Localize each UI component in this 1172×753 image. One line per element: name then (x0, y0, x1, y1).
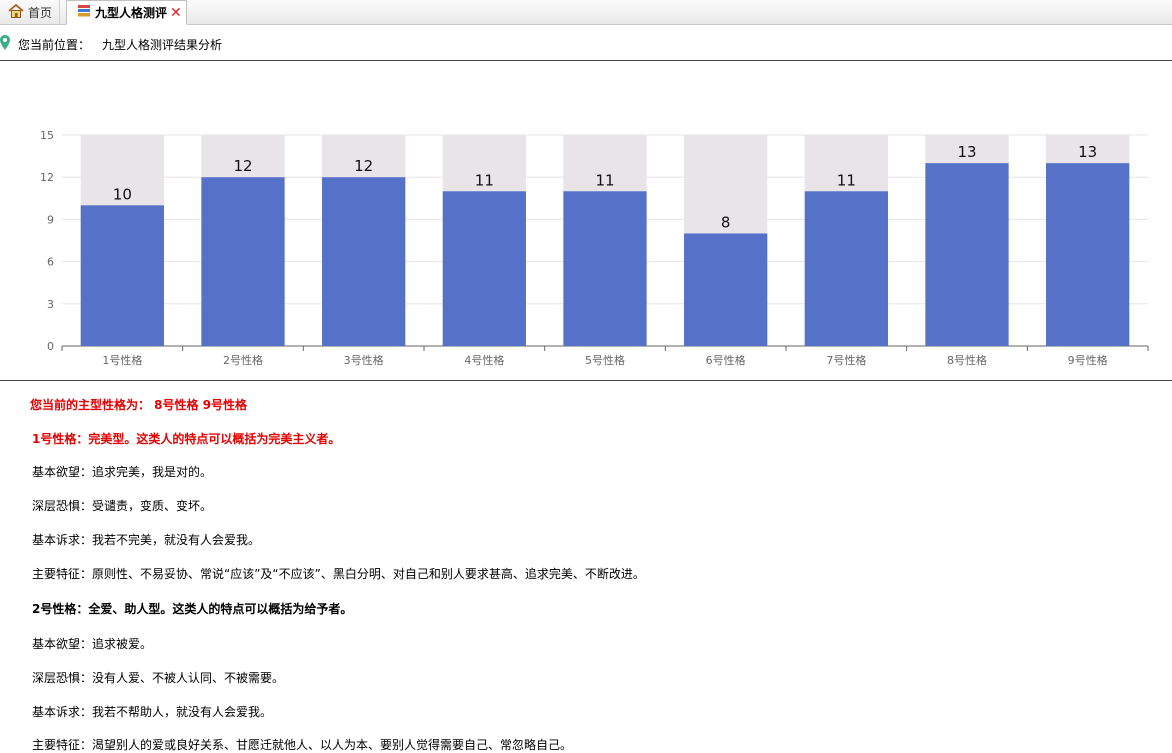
x-tick-label: 3号性格 (344, 353, 384, 367)
x-tick-label: 4号性格 (464, 353, 504, 367)
y-tick-label: 0 (47, 340, 54, 353)
y-tick-label: 15 (40, 129, 54, 142)
bar (80, 205, 164, 346)
tab-bar: 首页 九型人格测评 ✕ (0, 0, 1172, 25)
y-tick-label: 9 (47, 213, 54, 226)
type1-title: 1号性格：完美型。这类人的特点可以概括为完美主义者。 (32, 432, 341, 446)
y-tick-label: 6 (47, 256, 54, 269)
bar (201, 177, 285, 346)
bar (684, 233, 768, 346)
tab-enneagram-test[interactable]: 九型人格测评 ✕ (66, 0, 187, 25)
tab-home-label: 首页 (28, 5, 53, 20)
data-label: 13 (1078, 143, 1097, 161)
type1-fear: 深层恐惧：受谴责，变质、变坏。 (32, 499, 213, 513)
bar (322, 177, 406, 346)
type1-traits: 主要特征：原则性、不易妥协、常说“应该”及“不应该”、黑白分明、对自己和别人要求… (32, 567, 645, 581)
data-label: 13 (957, 143, 976, 161)
x-tick-label: 8号性格 (947, 353, 987, 367)
data-label: 11 (475, 171, 494, 189)
breadcrumb-path: 九型人格测评结果分析 (102, 37, 223, 52)
type2-traits: 主要特征：渴望别人的爱或良好关系、甘愿迁就他人、以人为本、要别人觉得需要自己、常… (32, 738, 573, 752)
x-tick-label: 7号性格 (826, 353, 866, 367)
location-pin-icon (0, 34, 10, 54)
breadcrumb: 您当前位置： 九型人格测评结果分析 (0, 33, 222, 55)
close-icon[interactable]: ✕ (170, 6, 182, 20)
books-icon (77, 4, 91, 21)
home-icon (8, 3, 24, 21)
tab-home[interactable]: 首页 (2, 0, 60, 24)
data-label: 8 (721, 213, 731, 231)
type2-title: 2号性格：全爱、助人型。这类人的特点可以概括为给予者。 (32, 602, 353, 616)
x-tick-label: 6号性格 (706, 353, 746, 367)
data-label: 10 (113, 185, 132, 203)
data-label: 11 (837, 171, 856, 189)
bar (1046, 163, 1130, 346)
x-tick-label: 9号性格 (1068, 353, 1108, 367)
divider-top (0, 60, 1172, 61)
breadcrumb-prefix: 您当前位置： (18, 37, 91, 52)
divider-bottom (0, 380, 1172, 381)
main-type-line: 您当前的主型性格为： 8号性格 9号性格 (30, 398, 248, 412)
y-tick-label: 12 (40, 171, 54, 184)
data-label: 11 (595, 171, 614, 189)
bar (563, 191, 647, 346)
type2-fear: 深层恐惧：没有人爱、不被人认同、不被需要。 (32, 671, 285, 685)
y-tick-label: 3 (47, 298, 54, 311)
data-label: 12 (354, 157, 373, 175)
type1-desire: 基本欲望：追求完美，我是对的。 (32, 465, 213, 479)
bar (804, 191, 888, 346)
type2-desire: 基本欲望：追求被爱。 (32, 637, 153, 651)
personality-bar-chart: 0 3 6 9 12 15 10 1号性格 12 2号性格 12 3号性格 11 4号性格 11 5号性格 8 6… (40, 129, 1149, 367)
tab-active-label: 九型人格测评 (95, 6, 168, 20)
bar (442, 191, 526, 346)
x-tick-label: 5号性格 (585, 353, 625, 367)
x-tick-label: 2号性格 (223, 353, 263, 367)
bar (925, 163, 1009, 346)
data-label: 12 (233, 157, 252, 175)
x-tick-label: 1号性格 (102, 353, 142, 367)
type2-appeal: 基本诉求：我若不帮助人，就没有人会爱我。 (32, 705, 273, 719)
type1-appeal: 基本诉求：我若不完美，就没有人会爱我。 (32, 533, 261, 547)
